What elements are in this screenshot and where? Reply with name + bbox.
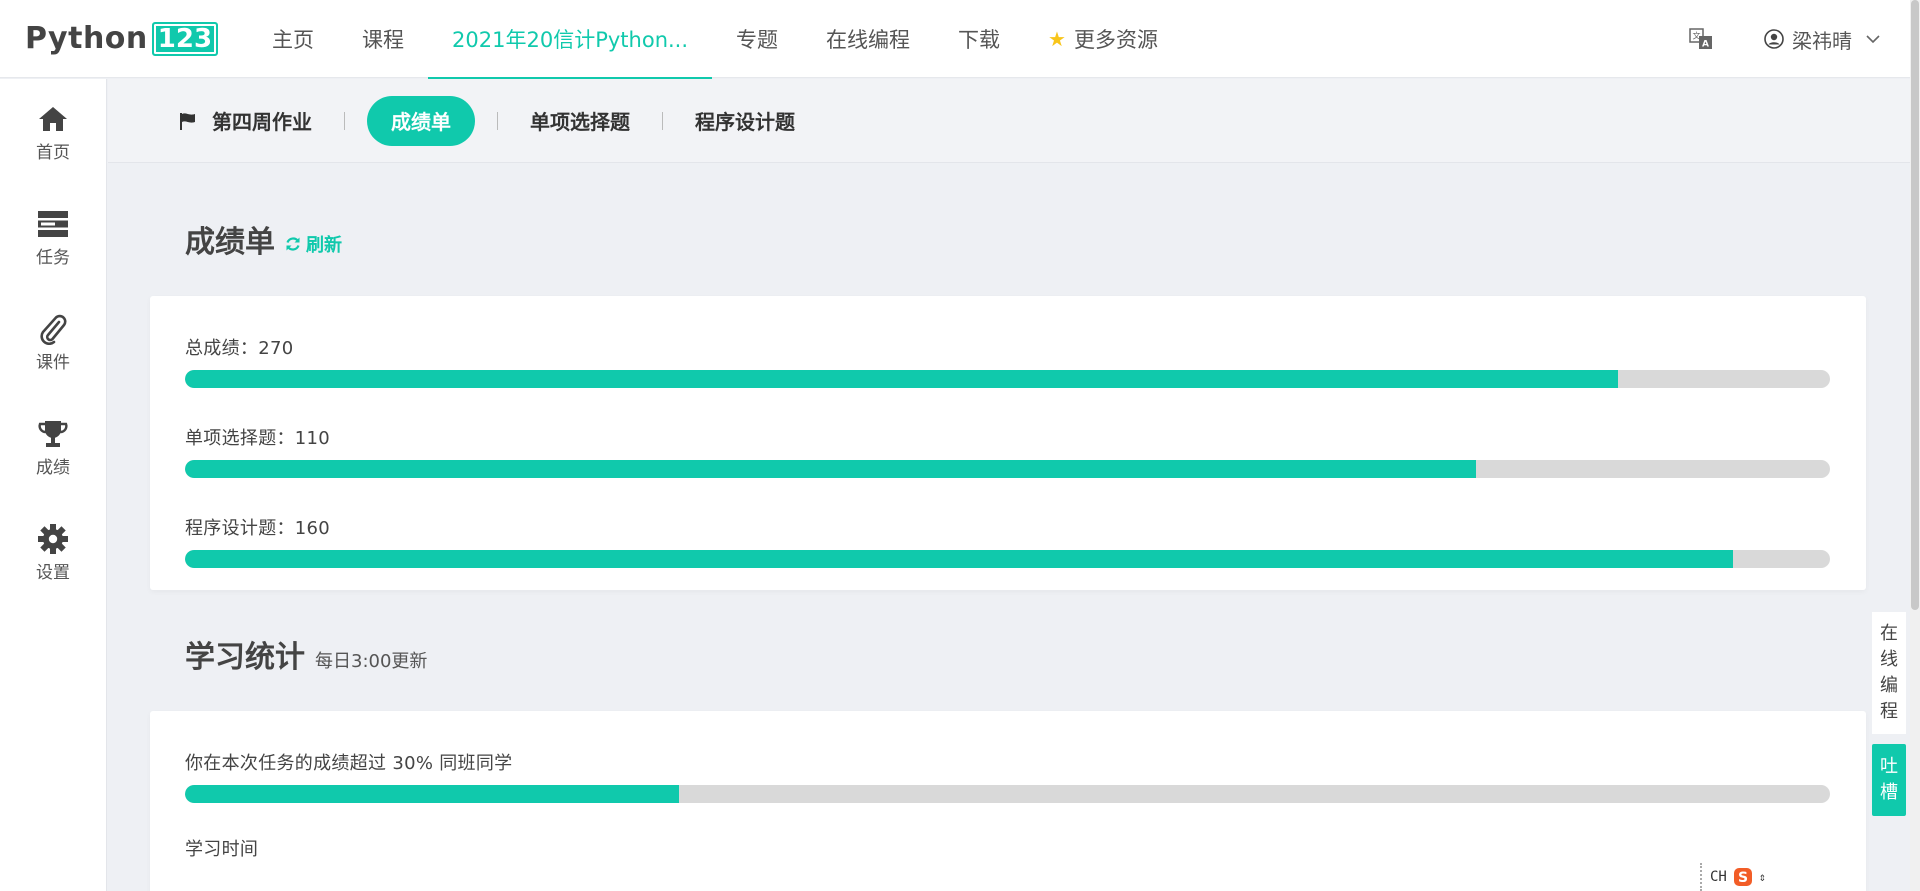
page-scrollbar[interactable] (1910, 0, 1920, 891)
sidebar-item-label: 首页 (36, 143, 70, 163)
nav-online-coding[interactable]: 在线编程 (802, 0, 934, 78)
online-coding-float-button[interactable]: 在 线 编 程 (1872, 612, 1906, 734)
sogou-ime-icon: S (1733, 868, 1752, 886)
float-char: 程 (1880, 701, 1898, 722)
progress-bar (185, 550, 1830, 568)
progress-fill (185, 550, 1733, 568)
tab-scoresheet[interactable]: 成绩单 (367, 95, 475, 146)
sidebar-item-grades[interactable]: 成绩 (0, 394, 106, 499)
chevron-down-icon (1866, 35, 1880, 44)
gear-icon (38, 524, 68, 554)
tab-divider (344, 111, 345, 130)
ime-indicator[interactable]: CH S ⇕ (1700, 863, 1780, 891)
float-char: 吐 (1880, 756, 1898, 777)
stats-card: 你在本次任务的成绩超过 30% 同班同学 学习时间 (150, 711, 1866, 891)
progress-fill (185, 460, 1477, 478)
nav-topics[interactable]: 专题 (712, 0, 802, 78)
refresh-icon (286, 237, 300, 251)
sidebar-item-tasks[interactable]: 任务 (0, 184, 106, 289)
tab-week4-assignment[interactable]: 第四周作业 (178, 96, 312, 146)
tab-single-choice[interactable]: 单项选择题 (530, 96, 630, 146)
tab-divider (497, 111, 498, 130)
translate-icon[interactable]: A 文 (1688, 26, 1714, 52)
svg-text:文: 文 (1693, 31, 1701, 41)
ime-updown-icon: ⇕ (1758, 870, 1767, 884)
tab-programming[interactable]: 程序设计题 (695, 96, 795, 146)
score-label: 总成绩：270 (185, 338, 294, 359)
page-title: 成绩单 (185, 225, 275, 260)
sidebar-item-label: 课件 (36, 353, 70, 373)
progress-bar (185, 370, 1830, 388)
feedback-float-button[interactable]: 吐 槽 (1872, 744, 1906, 816)
sidebar-item-label: 任务 (36, 248, 70, 268)
progress-fill (185, 370, 1618, 388)
section-title: 学习统计 (185, 640, 305, 675)
float-char: 线 (1880, 649, 1898, 670)
refresh-label: 刷新 (306, 235, 342, 256)
svg-text:S: S (1738, 870, 1748, 886)
study-stats-heading: 学习统计 每日3:00更新 (185, 632, 427, 676)
logo-text: Python (25, 21, 148, 56)
tab-label: 第四周作业 (212, 110, 312, 134)
score-label: 单项选择题：110 (185, 428, 331, 449)
rank-label: 你在本次任务的成绩超过 30% 同班同学 (185, 753, 513, 774)
score-row-programming: 程序设计题：160 (185, 514, 1830, 568)
nav-download[interactable]: 下载 (934, 0, 1024, 78)
tasks-icon (38, 211, 68, 237)
sidebar-item-home[interactable]: 首页 (0, 79, 106, 184)
left-sidebar: 首页 任务 课件 成绩 设置 (0, 79, 107, 891)
sidebar-item-courseware[interactable]: 课件 (0, 289, 106, 394)
home-icon (39, 107, 67, 131)
score-row-single-choice: 单项选择题：110 (185, 424, 1830, 478)
score-label: 程序设计题：160 (185, 518, 331, 539)
assignment-tabs: 第四周作业 成绩单 单项选择题 程序设计题 (108, 79, 1910, 163)
scoresheet-heading: 成绩单 刷新 (185, 217, 342, 261)
user-name: 梁祎晴 (1792, 28, 1852, 53)
nav-courses[interactable]: 课程 (338, 0, 428, 78)
star-icon: ★ (1048, 26, 1066, 51)
refresh-button[interactable]: 刷新 (285, 231, 342, 257)
update-note: 每日3:00更新 (315, 651, 428, 672)
flag-icon (180, 112, 195, 130)
sidebar-item-label: 成绩 (36, 458, 70, 478)
study-time-label: 学习时间 (185, 839, 259, 860)
python123-logo[interactable]: Python 123 (25, 0, 219, 78)
top-navbar: Python 123 主页 课程 2021年20信计Python... 专题 在… (0, 0, 1910, 79)
rank-progress-bar (185, 785, 1830, 803)
progress-fill (185, 785, 679, 803)
sidebar-item-label: 设置 (36, 563, 70, 583)
score-row-total: 总成绩：270 (185, 334, 1830, 388)
ime-label: CH (1710, 869, 1727, 885)
tab-divider (662, 111, 663, 130)
nav-current-course[interactable]: 2021年20信计Python... (428, 0, 713, 79)
float-char: 槽 (1880, 782, 1898, 803)
trophy-icon (38, 421, 68, 447)
float-char: 在 (1880, 623, 1898, 644)
paperclip-icon (40, 314, 67, 345)
svg-text:A: A (1702, 40, 1709, 50)
progress-bar (185, 460, 1830, 478)
float-char: 编 (1880, 675, 1898, 696)
user-circle-icon (1764, 29, 1784, 49)
user-menu[interactable]: 梁祎晴 (1764, 25, 1880, 54)
nav-home[interactable]: 主页 (248, 0, 338, 78)
nav-more-resources-label: 更多资源 (1073, 27, 1158, 52)
sidebar-item-settings[interactable]: 设置 (0, 499, 106, 604)
scores-card: 总成绩：270 单项选择题：110 程序设计题：160 (150, 296, 1866, 590)
nav-more-resources[interactable]: ★ 更多资源 (1024, 0, 1182, 78)
main-nav: 主页 课程 2021年20信计Python... 专题 在线编程 下载 ★ 更多… (248, 0, 1182, 79)
logo-badge: 123 (151, 21, 219, 56)
scrollbar-thumb[interactable] (1911, 0, 1919, 610)
